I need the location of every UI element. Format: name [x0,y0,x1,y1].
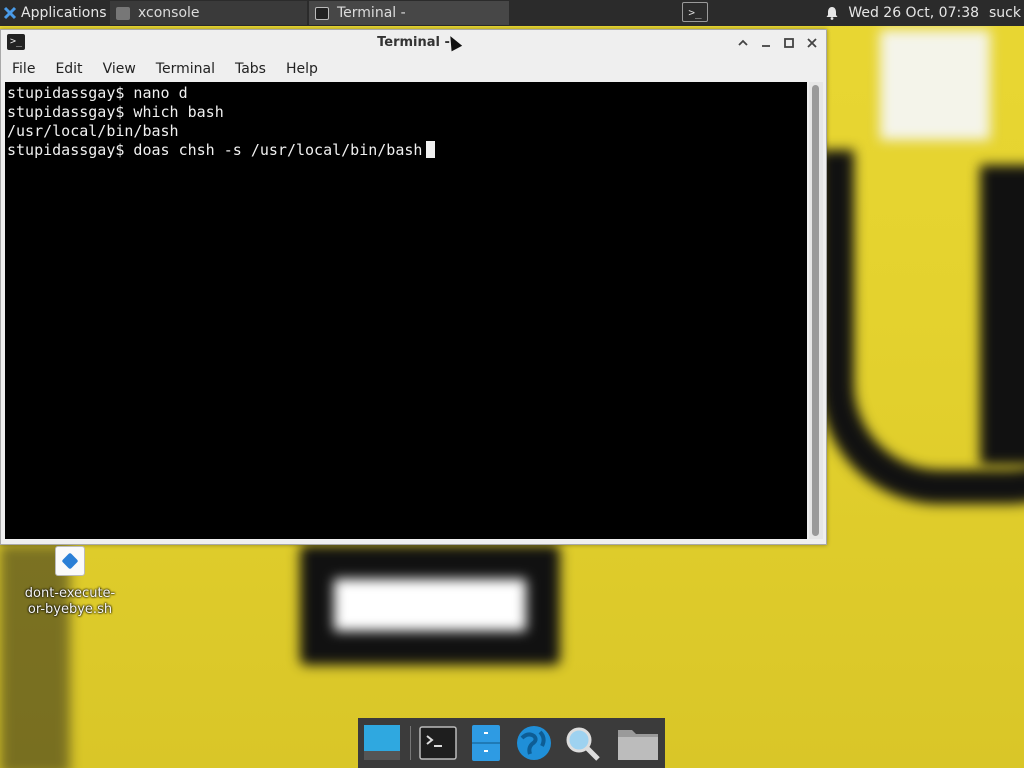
terminal-icon [315,6,329,20]
applications-menu[interactable]: Applications ☰ [0,0,121,26]
menu-file[interactable]: File [1,61,44,77]
terminal-line: /usr/local/bin/bash [7,122,179,140]
window-title: Terminal - [377,35,450,50]
folder-icon [618,730,658,760]
close-button[interactable] [803,34,821,52]
close-icon [807,38,817,48]
menu-terminal[interactable]: Terminal [145,61,224,77]
terminal-scrollbar[interactable] [809,82,823,539]
terminal-line: stupidassgay$ nano d [7,84,188,102]
desktop-file-label: dont-execute-or-byebye.sh [24,586,116,617]
notification-bell-icon[interactable] [826,6,838,20]
menu-bar: File Edit View Terminal Tabs Help [1,56,826,82]
dock [358,718,665,768]
scrollbar-thumb[interactable] [812,85,819,536]
text-cursor [426,141,436,158]
xconsole-icon [116,6,130,20]
terminal-line: stupidassgay$ which bash [7,103,224,121]
clock[interactable]: Wed 26 Oct, 07:38 [848,5,979,21]
menu-tabs[interactable]: Tabs [224,61,275,77]
applications-label: Applications [21,5,107,21]
app-finder-dock-button[interactable] [562,724,602,762]
terminal-line: stupidassgay$ doas chsh -s /usr/local/bi… [7,141,423,159]
maximize-icon [784,38,794,48]
menu-view[interactable]: View [92,61,145,77]
file-cabinet-icon [472,725,500,761]
terminal-launcher-button[interactable]: >_ [682,2,708,22]
taskbar-item-label: Terminal - [337,5,406,21]
terminal-window: >_ Terminal - File Edit View Terminal Ta… [0,29,827,545]
globe-icon [517,726,551,760]
terminal-icon [419,726,457,760]
taskbar-item-terminal[interactable]: Terminal - [309,1,509,25]
terminal-output[interactable]: stupidassgay$ nano d stupidassgay$ which… [5,82,807,539]
chevron-up-icon [738,39,748,46]
web-browser-dock-button[interactable] [514,724,554,762]
roll-up-button[interactable] [734,34,752,52]
user-menu[interactable]: suck [989,5,1021,21]
terminal-prompt-icon: >_ [688,5,702,19]
window-titlebar[interactable]: >_ Terminal - [1,30,826,56]
home-folder-dock-button[interactable] [616,724,658,762]
menu-edit[interactable]: Edit [44,61,91,77]
file-manager-dock-button[interactable] [466,724,506,762]
taskbar-item-label: xconsole [138,5,200,21]
terminal-dock-button[interactable] [418,724,458,762]
desktop-file-icon[interactable]: dont-execute-or-byebye.sh [20,546,120,618]
minimize-button[interactable] [757,34,775,52]
shell-script-icon [55,546,85,576]
top-panel: Applications ☰ xconsole Terminal - >_ We… [0,0,1024,26]
xfce-logo-icon [3,6,17,20]
minimize-icon [762,45,770,47]
show-desktop-icon [364,725,400,760]
magnifier-icon [566,727,600,761]
maximize-button[interactable] [780,34,798,52]
taskbar-item-xconsole[interactable]: xconsole [110,1,307,25]
terminal-input-line: stupidassgay$ doas chsh -s /usr/local/bi… [7,141,805,160]
show-desktop-button[interactable] [362,724,402,762]
menu-help[interactable]: Help [275,61,327,77]
